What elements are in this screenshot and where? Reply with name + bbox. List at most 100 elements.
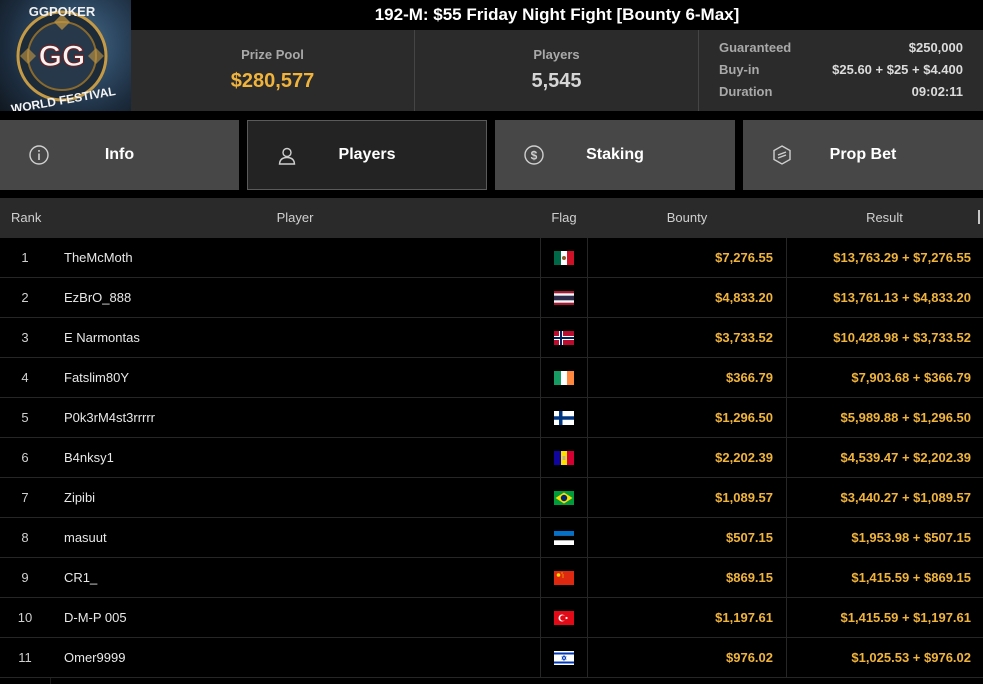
- column-header-flag[interactable]: Flag: [540, 198, 588, 238]
- result-cell: $1,415.59 + $869.15: [851, 570, 971, 585]
- tab-players[interactable]: Players: [247, 120, 487, 190]
- player-name-cell[interactable]: B4nksy1: [64, 438, 534, 478]
- flag-cell: [540, 318, 588, 358]
- tab-staking[interactable]: $ Staking: [495, 120, 735, 190]
- result-cell: $13,761.13 + $4,833.20: [833, 290, 971, 305]
- table-row[interactable]: 11 Omer9999 $976.02 $1,025.53 + $976.02: [0, 638, 983, 678]
- israel-flag-icon: [554, 651, 574, 665]
- tab-info[interactable]: Info: [0, 120, 239, 190]
- bounty-cell: $869.15: [726, 570, 773, 585]
- table-row[interactable]: 2 EzBrO_888 $4,833.20 $13,761.13 + $4,833.2…: [0, 278, 983, 318]
- player-name-cell[interactable]: Fatslim80Y: [64, 358, 534, 398]
- table-row[interactable]: 1 TheMcMoth $7,276.55 $13,763.29 + $7,276.5…: [0, 238, 983, 278]
- rank-cell: 1: [21, 250, 29, 265]
- players-stat: Players 5,545: [414, 30, 698, 111]
- column-header-player[interactable]: Player: [50, 198, 540, 238]
- result-cell: $1,025.53 + $976.02: [851, 650, 971, 665]
- buyin-label: Buy-in: [719, 62, 760, 77]
- tab-prop-bet[interactable]: Prop Bet: [743, 120, 983, 190]
- result-cell: $4,539.47 + $2,202.39: [840, 450, 971, 465]
- bounty-cell: $507.15: [726, 530, 773, 545]
- table-row[interactable]: 9 CR1_ $869.15 $1,415.59 + $869.15: [0, 558, 983, 598]
- column-header-rank[interactable]: Rank: [11, 198, 41, 238]
- player-name-cell[interactable]: Omer9999: [64, 638, 534, 678]
- rank-cell: 4: [21, 370, 29, 385]
- guaranteed-value: $250,000: [908, 40, 963, 55]
- table-row[interactable]: 7 Zipibi $1,089.57 $3,440.27 + $1,089.57: [0, 478, 983, 518]
- flag-cell: [540, 638, 588, 678]
- duration-label: Duration: [719, 84, 773, 99]
- player-name-cell[interactable]: CR1_: [64, 558, 534, 598]
- result-cell: $3,440.27 + $1,089.57: [840, 490, 971, 505]
- mexico-flag-icon: [554, 251, 574, 265]
- player-name-cell[interactable]: masuut: [64, 518, 534, 558]
- tournament-title: 192-M: $55 Friday Night Fight [Bounty 6-…: [131, 0, 983, 30]
- logo-center-text: GG: [39, 40, 86, 73]
- table-row[interactable]: 8 masuut $507.15 $1,953.98 + $507.15: [0, 518, 983, 558]
- players-label: Players: [533, 47, 580, 62]
- bounty-cell: $1,089.57: [715, 490, 773, 505]
- tournament-details: Guaranteed $250,000 Buy-in $25.60 + $25 …: [698, 30, 983, 111]
- bounty-cell: $2,202.39: [715, 450, 773, 465]
- bounty-cell: $3,733.52: [715, 330, 773, 345]
- player-name-cell[interactable]: E Narmontas: [64, 318, 534, 358]
- player-name-cell[interactable]: D-M-P 005: [64, 598, 534, 638]
- logo-top-text: GGPOKER: [29, 4, 96, 19]
- prize-pool-value: $280,577: [230, 70, 315, 92]
- bounty-cell: $1,296.50: [715, 410, 773, 425]
- column-header-bounty[interactable]: Bounty: [588, 198, 786, 238]
- flag-cell: [540, 558, 588, 598]
- flag-cell: [540, 358, 588, 398]
- player-name-cell[interactable]: P0k3rM4st3rrrrr: [64, 398, 534, 438]
- ggpoker-world-festival-logo: GG GGPOKER WORLD FESTIVAL: [0, 0, 131, 111]
- result-cell: $7,903.68 + $366.79: [851, 370, 971, 385]
- players-table-body[interactable]: 1 TheMcMoth $7,276.55 $13,763.29 + $7,276.5…: [0, 238, 983, 684]
- result-cell: $5,989.88 + $1,296.50: [840, 410, 971, 425]
- tournament-stats-header: Prize Pool $280,577 Players 5,545 Guaran…: [131, 30, 983, 111]
- flag-cell: [540, 278, 588, 318]
- flag-cell: [540, 598, 588, 638]
- rank-cell: 8: [21, 530, 29, 545]
- column-header-result[interactable]: Result: [786, 198, 983, 238]
- rank-cell: 7: [21, 490, 29, 505]
- buyin-value: $25.60 + $25 + $4.400: [832, 62, 963, 77]
- table-row[interactable]: 5 P0k3rM4st3rrrrr $1,296.50 $5,989.88 + $1,…: [0, 398, 983, 438]
- result-cell: $10,428.98 + $3,733.52: [833, 330, 971, 345]
- table-row[interactable]: 3 E Narmontas $3,733.52 $10,428.98 + $3,733…: [0, 318, 983, 358]
- flag-cell: [540, 438, 588, 478]
- thailand-flag-icon: [554, 291, 574, 305]
- tab-players-label: Players: [338, 146, 396, 163]
- info-icon: [28, 144, 50, 166]
- tab-prop-bet-label: Prop Bet: [829, 146, 897, 163]
- rank-cell: 6: [21, 450, 29, 465]
- rank-cell: 2: [21, 290, 29, 305]
- turkey-flag-icon: [554, 611, 574, 625]
- tab-staking-label: Staking: [586, 146, 644, 163]
- bounty-cell: $7,276.55: [715, 250, 773, 265]
- table-row[interactable]: 4 Fatslim80Y $366.79 $7,903.68 + $366.79: [0, 358, 983, 398]
- table-row[interactable]: 10 D-M-P 005 $1,197.61 $1,415.59 + $1,197.6…: [0, 598, 983, 638]
- finland-flag-icon: [554, 411, 574, 425]
- bounty-cell: $4,833.20: [715, 290, 773, 305]
- flag-cell: [540, 518, 588, 558]
- players-table-header: Rank Player Flag Bounty Result: [0, 198, 983, 238]
- player-name-cell[interactable]: Zipibi: [64, 478, 534, 518]
- player-name-cell[interactable]: TheMcMoth: [64, 238, 534, 278]
- dollar-coin-icon: $: [523, 144, 545, 166]
- duration-row: Duration 09:02:11: [719, 84, 963, 102]
- rank-cell: 3: [21, 330, 29, 345]
- table-row[interactable]: 6 B4nksy1 $2,202.39 $4,539.47 + $2,202.39: [0, 438, 983, 478]
- flag-cell: [540, 478, 588, 518]
- svg-text:$: $: [531, 149, 538, 163]
- scrollbar-thumb[interactable]: [978, 210, 980, 224]
- result-cell: $1,953.98 + $507.15: [851, 530, 971, 545]
- flag-cell: [540, 398, 588, 438]
- user-icon: [276, 145, 298, 167]
- player-name-cell[interactable]: EzBrO_888: [64, 278, 534, 318]
- guaranteed-label: Guaranteed: [719, 40, 792, 55]
- tab-info-label: Info: [104, 146, 135, 163]
- tab-bar: Info Players $ Staking Prop Bet: [0, 120, 983, 190]
- rank-cell: 11: [18, 650, 32, 665]
- prop-bet-icon: [771, 144, 793, 166]
- norway-flag-icon: [554, 331, 574, 345]
